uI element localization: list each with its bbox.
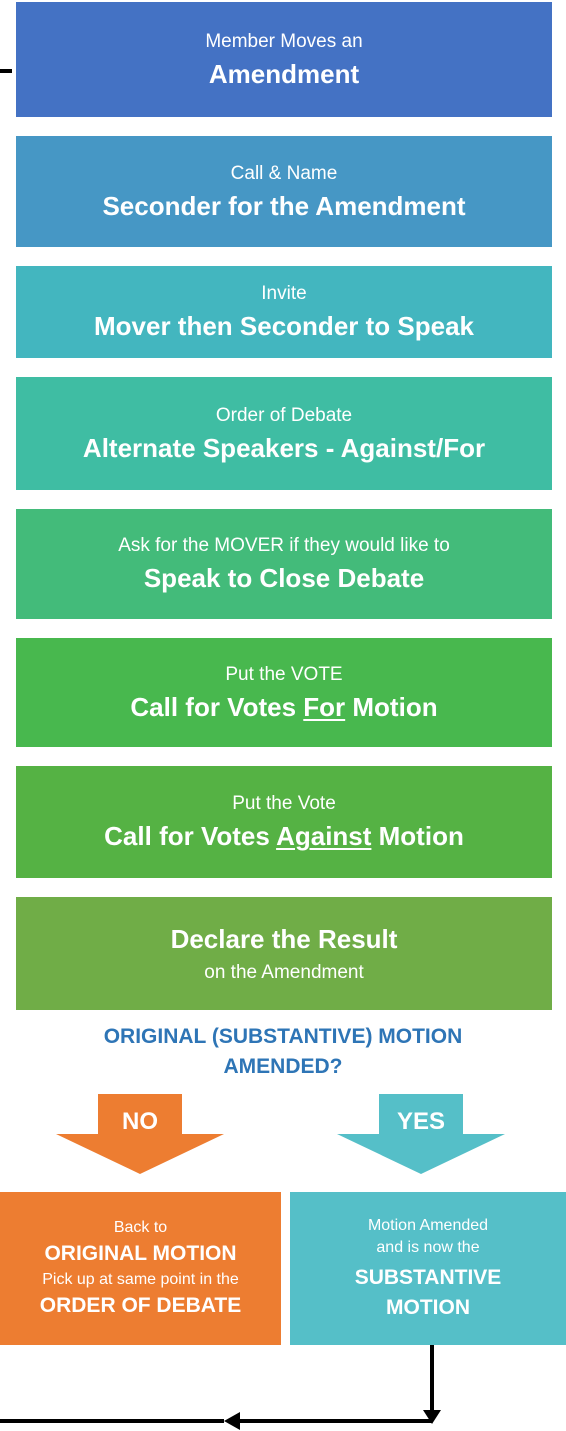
step-7-sub: Put the Vote [232,793,336,814]
step-7-main-post: Motion [371,821,464,851]
step-6-main-post: Motion [345,691,438,722]
decision-question: ORIGINAL (SUBSTANTIVE) MOTION AMENDED? [40,1022,526,1082]
step-7-main: Call for Votes Against Motion [104,820,464,852]
step-7-main-underlined: Against [276,821,372,851]
step-4-main: Alternate Speakers - Against/For [82,432,486,463]
step-7-main-pre: Call for Votes [104,821,277,851]
step-2-main: Seconder for the Amendment [102,190,466,221]
step-2-sub: Call & Name [230,162,338,184]
step-6-main-underlined: For [303,691,346,722]
step-8-sub: on the Amendment [204,961,364,983]
step-3-box: Invite Mover then Seconder to Speak [16,266,552,358]
yes-outcome-line-1: Motion Amended [367,1216,489,1234]
step-6-box: Put the VOTE Call for Votes For Motion [16,638,552,747]
step-1-main: Amendment [208,58,360,89]
yes-arrow-label: YES [396,1108,446,1135]
step-1-sub: Member Moves an [205,30,363,52]
return-arrowhead [224,1412,240,1430]
no-outcome-box: Back to ORIGINAL MOTION Pick up at same … [0,1192,281,1345]
step-5-main: Speak to Close Debate [143,563,425,593]
step-5-box: Ask for the MOVER if they would like to … [16,509,552,619]
no-outcome-line-1: Back to [113,1218,168,1236]
no-arrow-label: NO [122,1108,158,1135]
step-1-box: Member Moves an Amendment [16,2,552,117]
yes-outcome-box: Motion Amended and is now the SUBSTANTIV… [290,1192,566,1345]
decision-question-line-1: ORIGINAL (SUBSTANTIVE) MOTION [103,1025,463,1048]
decision-question-line-2: AMENDED? [223,1055,343,1078]
yes-outcome-line-3: SUBSTANTIVE [354,1265,502,1289]
step-7-box: Put the Vote Call for Votes Against Moti… [16,766,552,878]
no-outcome-line-4: ORDER OF DEBATE [39,1293,242,1317]
step-4-box: Order of Debate Alternate Speakers - Aga… [16,377,552,490]
step-3-sub: Invite [261,283,307,304]
yes-outcome-line-4: MOTION [386,1295,470,1319]
step-8-main: Declare the Result [170,923,398,954]
yes-outcome-line-2: and is now the [376,1238,480,1256]
step-4-sub: Order of Debate [215,404,353,426]
step-2-box: Call & Name Seconder for the Amendment [16,136,552,247]
step-6-main: Call for Votes For Motion [130,691,437,723]
step-3-main: Mover then Seconder to Speak [94,311,474,341]
step-6-sub: Put the VOTE [225,663,343,685]
step-5-sub: Ask for the MOVER if they would like to [118,535,450,556]
step-8-box: Declare the Result on the Amendment [16,897,552,1010]
step-6-main-pre: Call for Votes [130,691,304,722]
no-outcome-line-3: Pick up at same point in the [42,1270,239,1288]
no-outcome-line-2: ORIGINAL MOTION [44,1241,237,1265]
